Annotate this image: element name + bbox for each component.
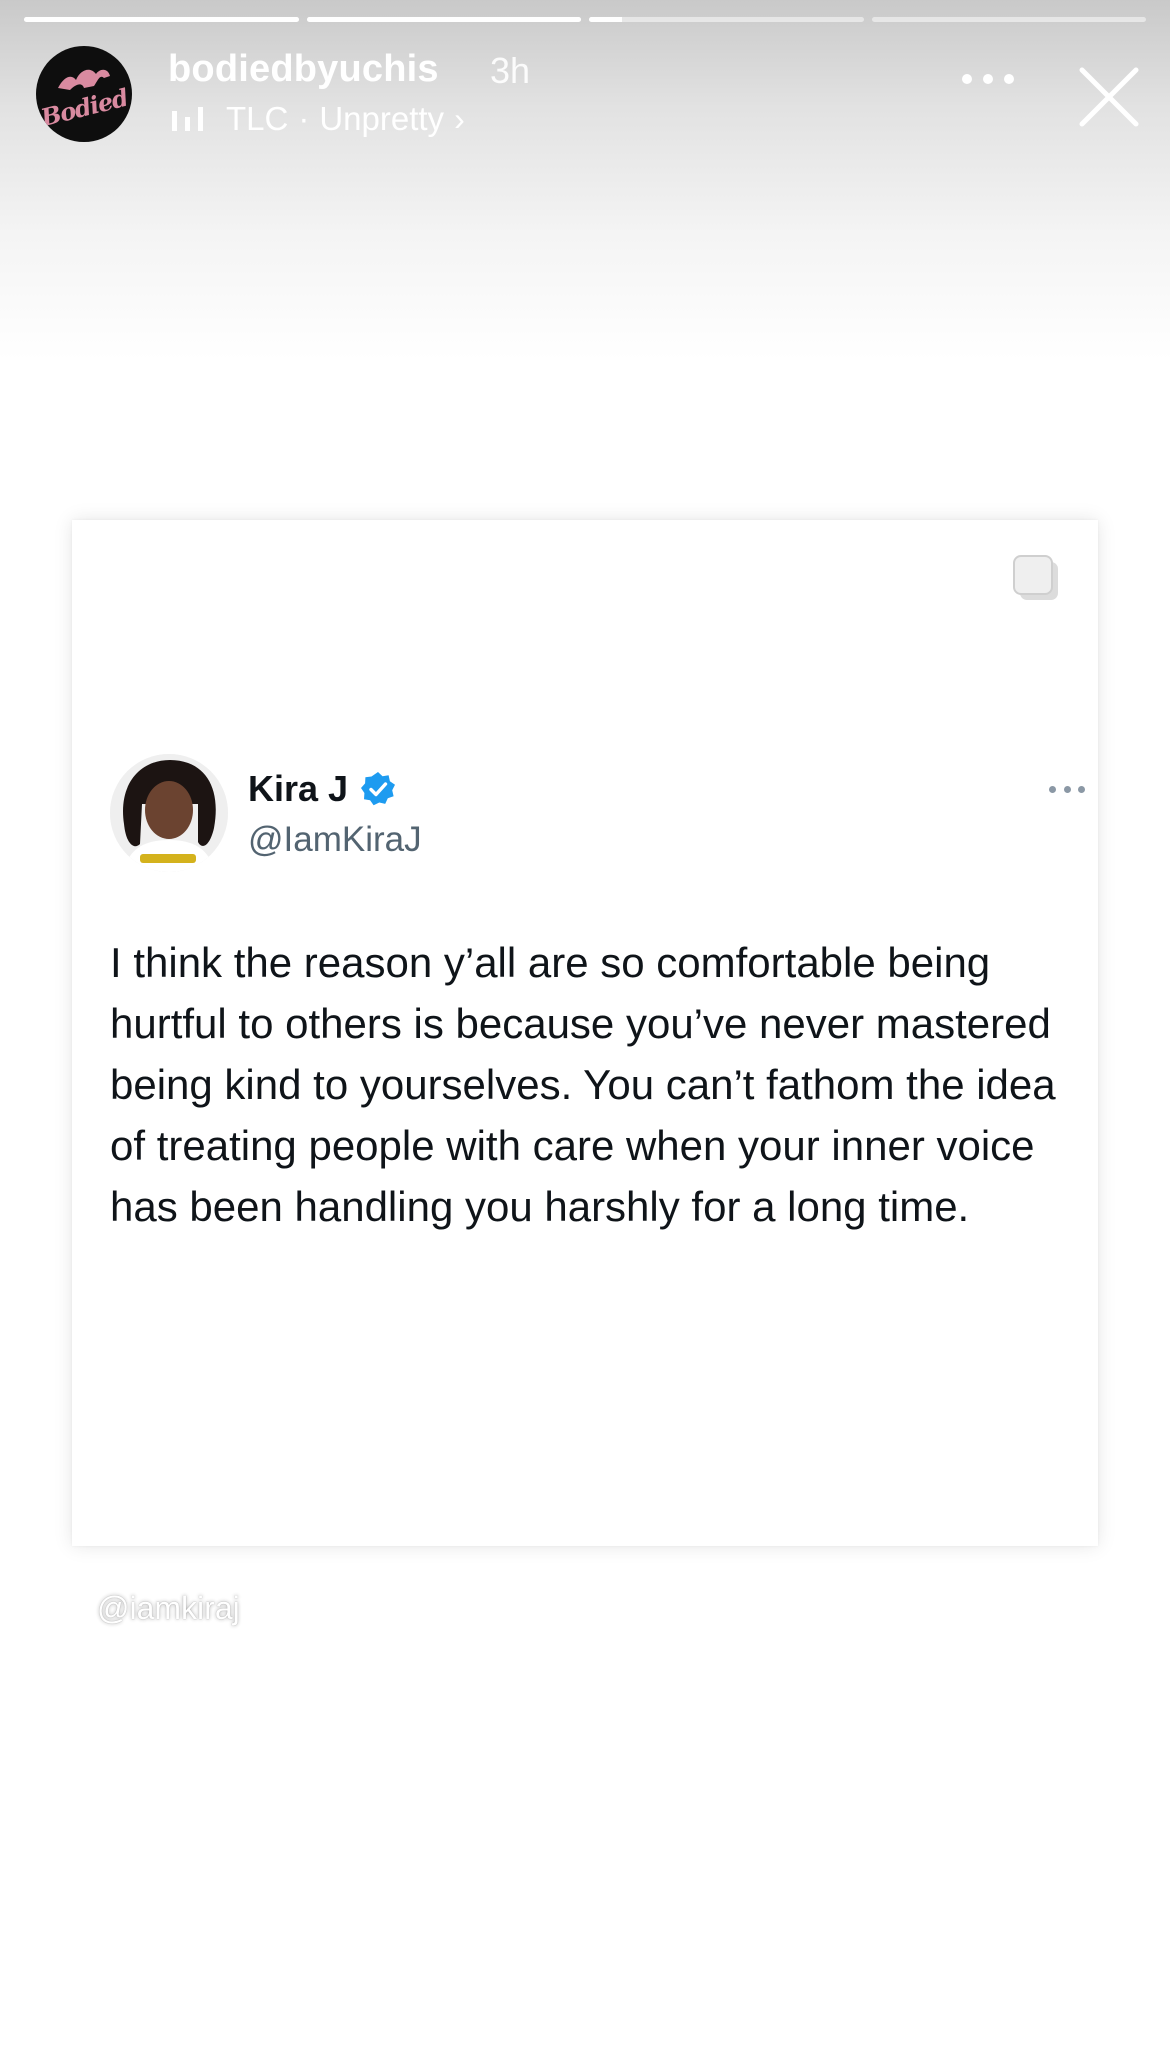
progress-fill (306, 17, 581, 22)
progress-fill (24, 17, 299, 22)
music-sticker-link[interactable]: TLC · Unpretty › (172, 100, 465, 138)
tweet-author-avatar[interactable] (110, 754, 228, 872)
tweet-more-button[interactable] (1049, 786, 1085, 794)
more-dot (1049, 786, 1056, 793)
tweet-author[interactable]: Kira J (248, 768, 396, 810)
tweet-author-name: Kira J (248, 768, 349, 809)
story-progress (24, 17, 1146, 22)
music-song: Unpretty (319, 100, 445, 137)
more-dot (1063, 786, 1071, 793)
progress-segment (871, 17, 1146, 22)
more-dot (962, 74, 972, 84)
account-avatar[interactable]: Bodied (36, 46, 132, 142)
verified-badge-icon (361, 772, 396, 806)
music-bars-icon (172, 107, 203, 131)
music-separator: · (298, 100, 310, 137)
more-dot (983, 74, 993, 84)
author-photo-icon (110, 754, 228, 872)
tweet-card: Kira J @IamKiraJ I think the reason y’al… (72, 520, 1098, 1546)
tweet-author-handle[interactable]: @IamKiraJ (248, 820, 422, 860)
more-dot (1078, 786, 1085, 793)
post-time: 3h (490, 50, 531, 91)
progress-fill (589, 17, 622, 22)
watermark-handle: @iamkiraj (97, 1590, 240, 1626)
story-viewer[interactable]: Bodied bodiedbyuchis 3h TLC · Unpretty › (0, 0, 1170, 2061)
progress-segment (24, 17, 299, 22)
account-username[interactable]: bodiedbyuchis (168, 48, 439, 91)
progress-segment (306, 17, 581, 22)
copy-icon (1013, 555, 1058, 600)
more-dot (1004, 74, 1014, 84)
tweet-text: I think the reason y’all are so comforta… (110, 939, 1056, 1230)
chevron-right-icon: › (454, 100, 465, 137)
music-artist: TLC (226, 100, 289, 137)
close-icon[interactable] (1078, 66, 1140, 128)
more-options-button[interactable] (962, 72, 1014, 86)
progress-segment (589, 17, 864, 22)
